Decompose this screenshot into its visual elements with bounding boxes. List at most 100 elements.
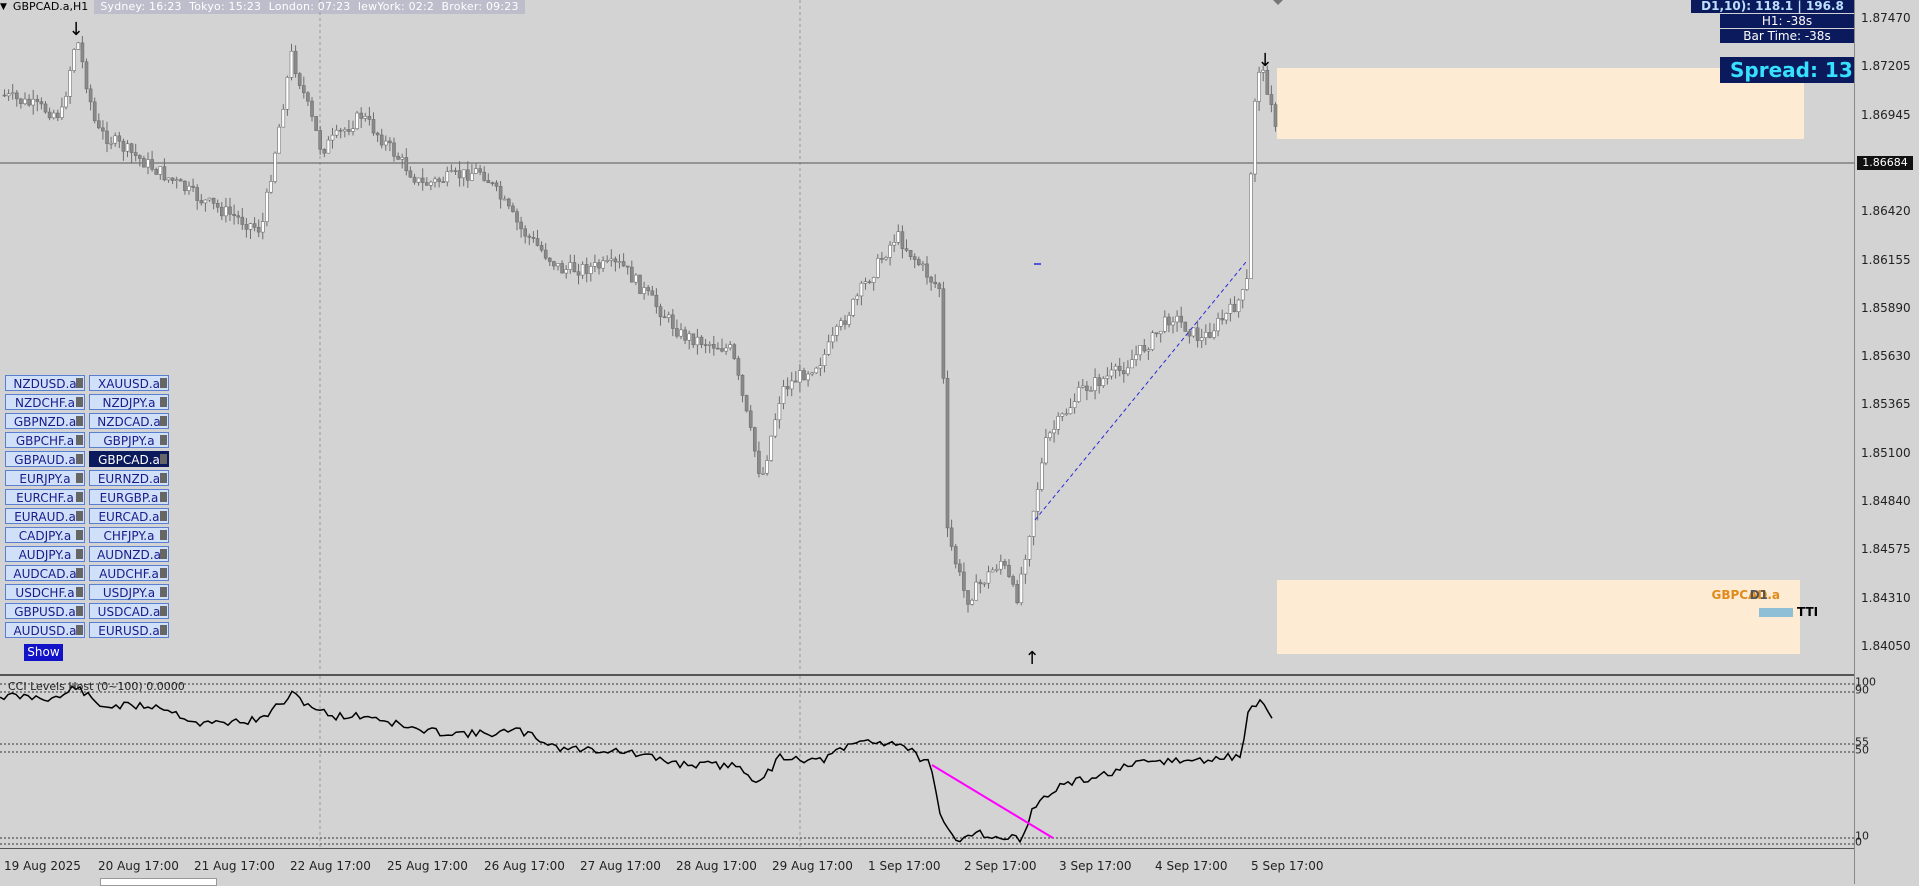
h1-timer: H1: -38s (1720, 14, 1854, 28)
candle-body (166, 177, 171, 181)
candle-body (798, 370, 802, 383)
candle-body (351, 128, 355, 132)
pair-button-cadjpy-a[interactable]: CADJPY.a (5, 527, 85, 543)
candle-body (1138, 345, 1142, 356)
pair-button-eurnzd-a[interactable]: EURNZD.a (89, 470, 169, 486)
pair-button-gbpcad-a[interactable]: GBPCAD.a (89, 451, 169, 467)
pair-button-gbpchf-a[interactable]: GBPCHF.a (5, 432, 85, 448)
pair-button-eurchf-a[interactable]: EURCHF.a (5, 489, 85, 505)
spread-display: Spread: 13.6 (1720, 57, 1854, 83)
candle-body (498, 185, 503, 200)
candle-body (76, 42, 81, 50)
pair-button-usdjpy-a[interactable]: USDJPY.a (89, 584, 169, 600)
candle-body (744, 395, 749, 412)
candle-body (1253, 100, 1257, 175)
candle-body (703, 344, 708, 346)
candle-body (244, 224, 249, 230)
candle-body (560, 263, 564, 274)
pair-button-gbpnzd-a[interactable]: GBPNZD.a (5, 413, 85, 429)
candle-body (716, 347, 720, 350)
candle-body (80, 42, 85, 63)
pair-button-audcad-a[interactable]: AUDCAD.a (5, 565, 85, 581)
candle-body (490, 182, 495, 185)
candle-body (670, 314, 675, 329)
time-tick: 19 Aug 2025 (4, 859, 81, 873)
candle-body (236, 215, 240, 218)
candle-body (847, 315, 851, 325)
candle-body (1040, 462, 1044, 490)
candle-body (35, 98, 40, 102)
candle-body (748, 410, 753, 428)
down-arrow-icon: ↓ (1257, 50, 1272, 71)
cci-level-lines (0, 683, 1854, 845)
candle-body (39, 101, 44, 105)
price-tick: 1.84840 (1861, 494, 1911, 508)
time-tick: 25 Aug 17:00 (387, 859, 468, 873)
candle-body (1150, 332, 1155, 350)
pair-button-gbpjpy-a[interactable]: GBPJPY.a (89, 432, 169, 448)
pair-button-gbpusd-a[interactable]: GBPUSD.a (5, 603, 85, 619)
candle-body (666, 314, 671, 318)
candle-body (1035, 489, 1040, 512)
pair-button-eurusd-a[interactable]: EURUSD.a (89, 622, 169, 638)
price-chart[interactable]: ↓ ↓ ↑ GBPCAD.a D1 TTI (0, 0, 1854, 672)
candle-body (556, 263, 560, 267)
pair-button-audjpy-a[interactable]: AUDJPY.a (5, 546, 85, 562)
price-tick: 1.84575 (1861, 542, 1911, 557)
candle-body (379, 134, 384, 146)
candle-body (515, 211, 519, 223)
candle-body (1019, 573, 1024, 604)
candle-body (728, 344, 733, 349)
candle-body (634, 274, 638, 283)
pair-button-euraud-a[interactable]: EURAUD.a (5, 508, 85, 524)
time-tick: 5 Sep 17:00 (1251, 859, 1324, 873)
pair-button-chfjpy-a[interactable]: CHFJPY.a (89, 527, 169, 543)
candle-body (470, 173, 474, 181)
pair-button-nzdchf-a[interactable]: NZDCHF.a (5, 394, 85, 410)
candle-body (720, 348, 724, 352)
candle-body (220, 206, 224, 217)
pair-button-nzdcad-a[interactable]: NZDCAD.a (89, 413, 169, 429)
pair-button-eurjpy-a[interactable]: EURJPY.a (5, 470, 85, 486)
candle-body (461, 169, 466, 179)
candle-body (289, 50, 294, 78)
candle-body (478, 168, 482, 173)
candle-body (1212, 330, 1216, 338)
candle-body (601, 260, 605, 269)
cci-indicator-panel[interactable] (0, 674, 1854, 850)
candle-body (273, 152, 277, 182)
pair-button-usdchf-a[interactable]: USDCHF.a (5, 584, 85, 600)
candle-body (654, 294, 659, 307)
price-tick: 1.87470 (1861, 11, 1911, 25)
candle-body (31, 98, 36, 106)
candle-body (318, 130, 323, 150)
pair-button-nzdjpy-a[interactable]: NZDJPY.a (89, 394, 169, 410)
cci-level-label: 0 (1855, 835, 1862, 849)
horizontal-scrollbar[interactable] (100, 878, 217, 886)
time-tick: 2 Sep 17:00 (964, 859, 1037, 873)
show-button[interactable]: Show (24, 644, 63, 661)
candle-body (23, 98, 27, 104)
pair-button-eurcad-a[interactable]: EURCAD.a (89, 508, 169, 524)
candle-body (584, 264, 589, 274)
candle-body (383, 140, 388, 146)
candle-body (252, 223, 257, 228)
pair-button-audnzd-a[interactable]: AUDNZD.a (89, 546, 169, 562)
candle-body (400, 157, 405, 160)
chart-menu-icon[interactable]: ▼ (0, 0, 7, 14)
pair-button-nzdusd-a[interactable]: NZDUSD.a (5, 375, 85, 391)
candle-body (765, 460, 769, 474)
pair-button-gbpaud-a[interactable]: GBPAUD.a (5, 451, 85, 467)
pair-button-xauusd-a[interactable]: XAUUSD.a (89, 375, 169, 391)
pair-button-eurgbp-a[interactable]: EURGBP.a (89, 489, 169, 505)
candle-body (912, 256, 917, 260)
candle-body (170, 177, 175, 181)
candle-body (625, 265, 630, 268)
candle-body (871, 277, 876, 283)
pair-button-audusd-a[interactable]: AUDUSD.a (5, 622, 85, 638)
candle-body (117, 135, 122, 142)
pair-button-usdcad-a[interactable]: USDCAD.a (89, 603, 169, 619)
pair-button-audchf-a[interactable]: AUDCHF.a (89, 565, 169, 581)
candle-body (465, 169, 470, 181)
candle-body (502, 198, 507, 201)
